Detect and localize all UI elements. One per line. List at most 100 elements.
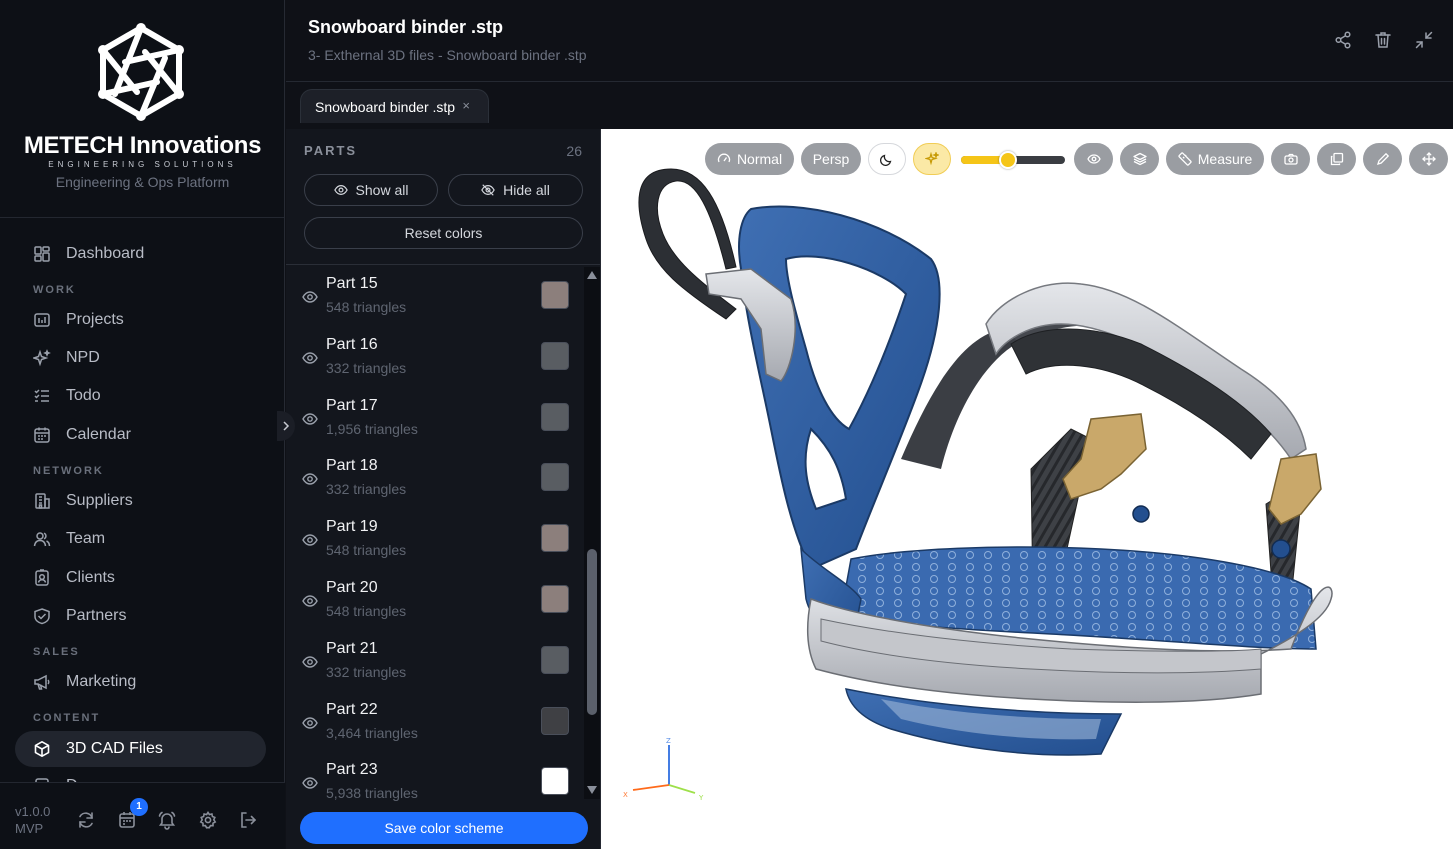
part-name: Part 16 xyxy=(326,335,378,353)
trash-icon[interactable] xyxy=(1373,30,1393,50)
projection-persp-label: Persp xyxy=(812,151,850,167)
part-color-swatch[interactable] xyxy=(541,706,569,735)
visibility-eye-icon[interactable] xyxy=(302,411,318,427)
part-color-swatch[interactable] xyxy=(541,402,569,431)
nav-section-work: WORK xyxy=(33,284,76,296)
team-icon xyxy=(33,532,51,547)
nav-partners[interactable]: Partners xyxy=(15,598,266,634)
annotate-button[interactable] xyxy=(1363,143,1402,175)
part-row[interactable]: Part 18 332 triangles xyxy=(286,449,584,509)
part-color-swatch[interactable] xyxy=(541,767,569,796)
nav-npd[interactable]: NPD xyxy=(15,340,266,376)
part-triangle-count: 548 triangles xyxy=(326,603,407,619)
visibility-eye-icon[interactable] xyxy=(302,289,318,305)
show-all-button[interactable]: Show all xyxy=(304,174,438,206)
visibility-eye-icon[interactable] xyxy=(302,654,318,670)
z-axis-label: Z xyxy=(666,737,671,745)
part-color-swatch[interactable] xyxy=(541,463,569,492)
screenshot-button[interactable] xyxy=(1271,143,1310,175)
nav-dashboard[interactable]: Dashboard xyxy=(15,236,266,272)
minimize-icon[interactable] xyxy=(1414,30,1434,50)
part-row[interactable]: Part 16 332 triangles xyxy=(286,328,584,388)
visibility-eye-icon[interactable] xyxy=(302,350,318,366)
3d-viewport[interactable]: Normal Persp Measure Z X Y xyxy=(601,129,1453,849)
measure-button[interactable]: Measure xyxy=(1166,143,1264,175)
visibility-eye-icon[interactable] xyxy=(302,715,318,731)
visibility-eye-icon[interactable] xyxy=(302,775,318,791)
gear-icon[interactable] xyxy=(198,810,218,830)
brand-block: METECH Innovations ENGINEERING SOLUTIONS… xyxy=(0,0,284,218)
scroll-thumb[interactable] xyxy=(587,549,597,715)
highlight-toggle[interactable] xyxy=(913,143,951,175)
camera-icon xyxy=(1283,153,1298,165)
nav-suppliers[interactable]: Suppliers xyxy=(15,483,266,519)
part-triangle-count: 1,956 triangles xyxy=(326,420,418,437)
nav-team[interactable]: Team xyxy=(15,521,266,557)
nav-calendar[interactable]: Calendar xyxy=(15,417,266,453)
part-row[interactable]: Part 22 3,464 triangles xyxy=(286,693,584,753)
nav-marketing[interactable]: Marketing xyxy=(15,664,266,700)
part-triangle-count: 332 triangles xyxy=(326,481,407,498)
refresh-icon[interactable] xyxy=(76,810,96,830)
render-mode-normal-button[interactable]: Normal xyxy=(705,143,794,175)
brand-tagline: ENGINEERING SOLUTIONS xyxy=(48,160,237,169)
tab-close-icon[interactable]: × xyxy=(462,98,470,113)
nav-todo[interactable]: Todo xyxy=(15,378,266,414)
checklist-icon xyxy=(34,389,49,402)
parts-count: 26 xyxy=(566,143,582,159)
part-row[interactable]: Part 20 548 triangles xyxy=(286,571,584,631)
visibility-eye-icon[interactable] xyxy=(302,532,318,548)
reset-colors-label: Reset colors xyxy=(404,225,483,241)
parts-scrollbar[interactable] xyxy=(584,267,600,799)
nav-projects[interactable]: Projects xyxy=(15,302,266,338)
handshake-icon xyxy=(34,608,50,625)
reset-colors-button[interactable]: Reset colors xyxy=(304,217,583,249)
visibility-eye-icon[interactable] xyxy=(302,471,318,487)
nav-projects-label: Projects xyxy=(66,311,124,328)
projection-persp-button[interactable]: Persp xyxy=(801,143,861,175)
part-color-swatch[interactable] xyxy=(541,281,569,309)
part-name: Part 23 xyxy=(326,761,378,779)
part-color-swatch[interactable] xyxy=(541,645,569,674)
logout-icon[interactable] xyxy=(238,810,258,830)
file-tab[interactable]: Snowboard binder .stp × xyxy=(300,89,489,123)
nav-3d-cad-files-label: 3D CAD Files xyxy=(66,740,163,757)
nav-3d-cad-files[interactable]: 3D CAD Files xyxy=(15,731,266,767)
dashboard-icon xyxy=(34,246,50,262)
hide-all-button[interactable]: Hide all xyxy=(448,174,583,206)
pan-button[interactable] xyxy=(1409,143,1448,175)
scroll-down-icon[interactable] xyxy=(587,786,597,794)
share-icon[interactable] xyxy=(1333,30,1353,50)
save-color-scheme-button[interactable]: Save color scheme xyxy=(300,812,588,844)
nav-clients[interactable]: Clients xyxy=(15,560,266,596)
file-title: Snowboard binder .stp xyxy=(308,17,504,37)
eye-icon xyxy=(333,185,348,195)
part-color-swatch[interactable] xyxy=(541,341,569,370)
slider-knob[interactable] xyxy=(998,151,1017,169)
x-axis-line xyxy=(632,784,670,791)
part-row[interactable]: Part 21 332 triangles xyxy=(286,632,584,692)
scroll-up-icon[interactable] xyxy=(587,271,597,279)
bell-icon[interactable] xyxy=(157,810,177,830)
visibility-eye-icon[interactable] xyxy=(302,593,318,609)
nav-next-partial[interactable]: D xyxy=(15,769,266,783)
building-icon xyxy=(35,493,50,509)
part-row[interactable]: Part 19 548 triangles xyxy=(286,510,584,570)
part-row[interactable]: Part 23 5,938 triangles xyxy=(286,753,584,813)
nav-section-content: CONTENT xyxy=(33,712,101,724)
megaphone-icon xyxy=(34,674,50,690)
dark-mode-toggle[interactable] xyxy=(868,143,906,175)
xray-toggle-button[interactable] xyxy=(1074,143,1113,175)
sidebar: METECH Innovations ENGINEERING SOLUTIONS… xyxy=(0,0,285,849)
snowboard-binding-model[interactable] xyxy=(601,129,1453,849)
part-triangle-count: 548 triangles xyxy=(326,299,407,315)
part-color-swatch[interactable] xyxy=(541,524,569,553)
nav-partners-label: Partners xyxy=(66,607,127,624)
part-row[interactable]: Part 15 548 triangles xyxy=(286,267,584,327)
layers-button[interactable] xyxy=(1120,143,1159,175)
part-name: Part 17 xyxy=(326,396,378,414)
lighting-slider[interactable] xyxy=(961,151,1065,169)
part-color-swatch[interactable] xyxy=(541,585,569,613)
part-row[interactable]: Part 17 1,956 triangles xyxy=(286,389,584,449)
compare-button[interactable] xyxy=(1317,143,1356,175)
